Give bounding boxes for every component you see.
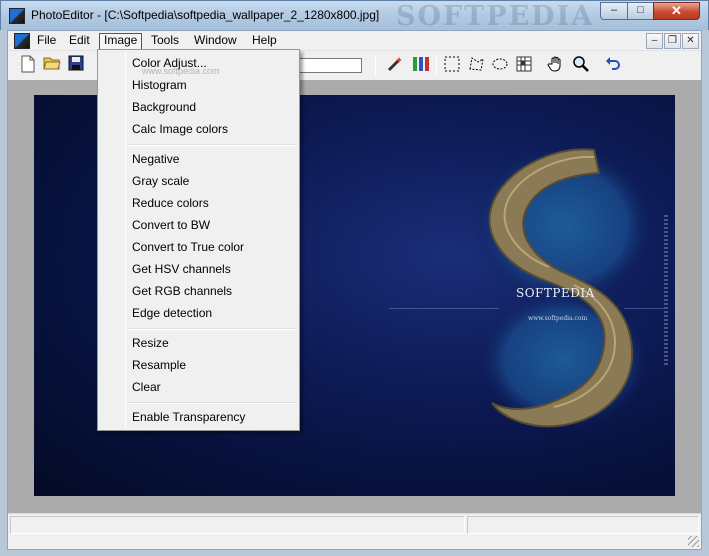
toolbar-separator	[375, 55, 376, 76]
menu-item-gray-scale[interactable]: Gray scale	[132, 171, 189, 191]
menu-edit[interactable]: Edit	[65, 33, 94, 50]
menu-item-get-hsv-channels[interactable]: Get HSV channels	[132, 259, 231, 279]
menu-file[interactable]: File	[33, 33, 60, 50]
menu-item-edge-detection[interactable]: Edge detection	[132, 303, 212, 323]
menu-separator	[127, 402, 297, 404]
mdi-restore-button[interactable]: ❐	[664, 33, 681, 49]
zoom-icon[interactable]	[571, 55, 591, 75]
horizontal-line	[624, 308, 664, 309]
close-button[interactable]: ✕	[653, 2, 700, 20]
color-pencils-icon[interactable]	[411, 55, 431, 75]
minimize-button[interactable]: –	[600, 2, 628, 20]
mdi-minimize-button[interactable]: –	[646, 33, 663, 49]
menu-bar: File Edit Image Tools Window Help – ❐ ✕	[8, 31, 701, 51]
menu-item-negative[interactable]: Negative	[132, 149, 179, 169]
status-pane-secondary	[467, 516, 699, 534]
menu-item-background[interactable]: Background	[132, 97, 196, 117]
menu-help[interactable]: Help	[248, 33, 281, 50]
ellipse-select-icon[interactable]	[490, 55, 510, 75]
mdi-close-button[interactable]: ✕	[682, 33, 699, 49]
canvas-brand-text: SOFTPEDIA	[516, 286, 595, 300]
magic-wand-icon[interactable]	[385, 55, 405, 75]
menu-image[interactable]: Image	[99, 33, 143, 50]
watermark-text: SOFTPEDIA	[396, 1, 595, 32]
horizontal-line	[389, 308, 499, 309]
menu-item-histogram[interactable]: Histogram	[132, 75, 187, 95]
menu-item-get-rgb-channels[interactable]: Get RGB channels	[132, 281, 232, 301]
menu-gutter	[125, 52, 126, 428]
zoom-input[interactable]	[298, 58, 362, 73]
menu-window[interactable]: Window	[190, 33, 241, 50]
image-dropdown-menu: Color Adjust... Histogram Background Cal…	[97, 49, 300, 431]
menu-item-calc-image-colors[interactable]: Calc Image colors	[132, 119, 228, 139]
toolbar-separator	[436, 55, 437, 76]
menu-separator	[127, 328, 297, 330]
open-folder-icon[interactable]	[42, 55, 62, 75]
lasso-select-icon[interactable]	[466, 55, 486, 75]
undo-icon[interactable]	[603, 55, 623, 75]
menu-item-convert-to-true-color[interactable]: Convert to True color	[132, 237, 244, 257]
menu-item-enable-transparency[interactable]: Enable Transparency	[132, 407, 245, 427]
menu-tools[interactable]: Tools	[147, 33, 183, 50]
menu-item-reduce-colors[interactable]: Reduce colors	[132, 193, 209, 213]
window-title: PhotoEditor - [C:\Softpedia\softpedia_wa…	[31, 8, 380, 22]
pattern-icon[interactable]	[514, 55, 534, 75]
canvas-url-text: www.softpedia.com	[528, 315, 588, 322]
new-file-icon[interactable]	[18, 55, 38, 75]
menu-item-convert-to-bw[interactable]: Convert to BW	[132, 215, 210, 235]
status-bar	[8, 513, 701, 549]
rect-select-icon[interactable]	[442, 55, 462, 75]
menu-item-clear[interactable]: Clear	[132, 377, 161, 397]
app-icon[interactable]	[9, 8, 25, 24]
save-disk-icon[interactable]	[66, 55, 86, 75]
maximize-button[interactable]: □	[627, 2, 654, 20]
document-icon[interactable]	[14, 33, 30, 49]
resize-grip[interactable]	[688, 536, 699, 547]
menu-watermark-text: www.softpedia.com	[142, 66, 220, 76]
hand-pan-icon[interactable]	[546, 55, 566, 75]
vertical-fine-text	[664, 215, 668, 365]
status-pane-main	[10, 516, 465, 534]
menu-separator	[127, 144, 297, 146]
title-bar: PhotoEditor - [C:\Softpedia\softpedia_wa…	[0, 0, 709, 32]
menu-item-resize[interactable]: Resize	[132, 333, 169, 353]
menu-item-resample[interactable]: Resample	[132, 355, 186, 375]
